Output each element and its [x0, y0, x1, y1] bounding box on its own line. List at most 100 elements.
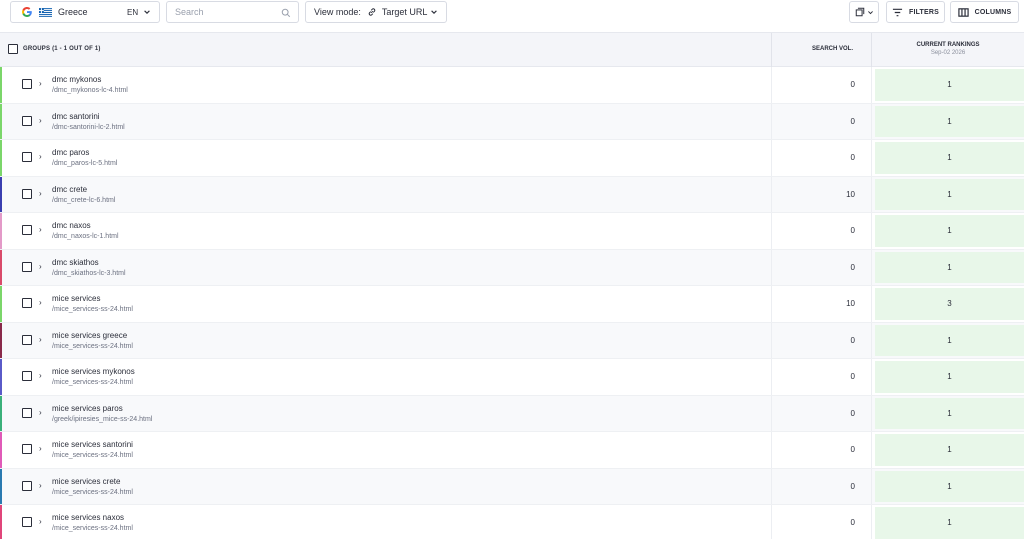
keyword-text[interactable]: mice services santorini: [52, 440, 133, 449]
table-row[interactable]: › mice services crete/mice_services-ss-24…: [0, 468, 1024, 505]
search-input[interactable]: Search: [166, 1, 299, 23]
table-row[interactable]: › dmc crete/dmc_crete-lc-6.html 10 1: [0, 176, 1024, 213]
keywords-table: GROUPS (1 - 1 OUT OF 1) SEARCH VOL. CURR…: [0, 32, 1024, 539]
target-url[interactable]: /mice_services-ss-24.html: [52, 343, 133, 350]
target-url[interactable]: /mice_services-ss-24.html: [52, 452, 133, 459]
current-rankings-label: CURRENT RANKINGS: [916, 42, 980, 48]
ranking-value: 1: [947, 372, 952, 381]
row-checkbox[interactable]: [22, 334, 32, 345]
select-all-checkbox[interactable]: [8, 44, 18, 54]
table-row[interactable]: › mice services/mice_services-ss-24.html 1…: [0, 286, 1024, 323]
expand-chevron-icon[interactable]: ›: [39, 298, 42, 307]
expand-chevron-icon[interactable]: ›: [39, 481, 42, 490]
row-checkbox[interactable]: [22, 480, 32, 491]
table-row[interactable]: › mice services naxos/mice_services-ss-24…: [0, 505, 1024, 539]
expand-chevron-icon[interactable]: ›: [39, 262, 42, 271]
expand-chevron-icon[interactable]: ›: [39, 335, 42, 344]
row-checkbox[interactable]: [22, 261, 32, 272]
expand-chevron-icon[interactable]: ›: [39, 225, 42, 234]
ranking-cell[interactable]: 1: [871, 359, 1024, 395]
row-checkbox[interactable]: [22, 444, 32, 454]
ranking-cell[interactable]: 1: [871, 395, 1024, 431]
ranking-cell[interactable]: 1: [871, 103, 1024, 139]
search-vol-value: 0: [850, 262, 855, 272]
table-row[interactable]: › mice services mykonos/mice_services-ss-…: [0, 359, 1024, 396]
target-url[interactable]: /greek/ipiresies_mice-ss-24.html: [52, 416, 152, 423]
target-url[interactable]: /mice_services-ss-24.html: [52, 489, 133, 496]
keyword-text[interactable]: mice services paros: [52, 404, 123, 413]
keyword-text[interactable]: mice services greece: [52, 331, 127, 340]
row-checkbox[interactable]: [22, 371, 32, 381]
row-checkbox[interactable]: [22, 407, 32, 418]
table-row[interactable]: › dmc naxos/dmc_naxos-lc-1.html 0 1: [0, 213, 1024, 250]
country-selector[interactable]: Greece EN: [10, 1, 160, 23]
expand-chevron-icon[interactable]: ›: [39, 371, 42, 380]
columns-button[interactable]: COLUMNS: [950, 1, 1019, 23]
row-checkbox[interactable]: [22, 517, 32, 527]
expand-chevron-icon[interactable]: ›: [39, 517, 42, 526]
target-url[interactable]: /dmc_skiathos-lc-3.html: [52, 270, 126, 277]
target-url[interactable]: /dmc_naxos-lc-1.html: [52, 233, 119, 240]
keyword-text[interactable]: dmc crete: [52, 185, 87, 194]
expand-chevron-icon[interactable]: ›: [39, 444, 42, 453]
target-url[interactable]: /mice_services-ss-24.html: [52, 379, 133, 386]
group-color-bar: [0, 67, 2, 103]
keyword-text[interactable]: dmc paros: [52, 148, 89, 157]
keyword-text[interactable]: dmc naxos: [52, 221, 91, 230]
search-vol-header[interactable]: SEARCH VOL.: [771, 33, 871, 67]
ranking-cell[interactable]: 3: [871, 286, 1024, 322]
row-checkbox[interactable]: [22, 298, 32, 308]
keyword-text[interactable]: mice services mykonos: [52, 367, 135, 376]
view-mode-selector[interactable]: View mode: Target URL: [305, 1, 447, 23]
ranking-cell[interactable]: 1: [871, 140, 1024, 176]
row-checkbox[interactable]: [22, 152, 32, 162]
row-checkbox[interactable]: [22, 79, 32, 89]
target-url[interactable]: /mice_services-ss-24.html: [52, 306, 133, 313]
ranking-cell[interactable]: 1: [871, 249, 1024, 285]
ranking-cell[interactable]: 1: [871, 213, 1024, 249]
ranking-value: 1: [947, 116, 952, 126]
copy-button[interactable]: [849, 1, 879, 23]
ranking-cell[interactable]: 1: [871, 67, 1024, 103]
row-checkbox[interactable]: [22, 115, 32, 126]
keyword-text[interactable]: mice services naxos: [52, 513, 124, 522]
ranking-cell[interactable]: 1: [871, 322, 1024, 358]
keyword-text[interactable]: mice services crete: [52, 477, 120, 486]
table-row[interactable]: › dmc santorini/dmc-santorini-lc-2.html 0 1: [0, 103, 1024, 140]
search-vol-value: 0: [850, 226, 855, 235]
expand-chevron-icon[interactable]: ›: [39, 152, 42, 161]
keyword-text[interactable]: dmc mykonos: [52, 75, 101, 84]
table-row[interactable]: › mice services paros/greek/ipiresies_mic…: [0, 395, 1024, 432]
target-url[interactable]: /dmc_crete-lc-6.html: [52, 197, 115, 204]
table-row[interactable]: › mice services greece/mice_services-ss-2…: [0, 322, 1024, 359]
ranking-cell[interactable]: 1: [871, 468, 1024, 504]
filters-button[interactable]: FILTERS: [886, 1, 945, 23]
expand-chevron-icon[interactable]: ›: [39, 79, 42, 88]
expand-chevron-icon[interactable]: ›: [39, 116, 42, 125]
row-checkbox[interactable]: [22, 188, 32, 199]
table-header: GROUPS (1 - 1 OUT OF 1) SEARCH VOL. CURR…: [0, 32, 1024, 67]
table-row[interactable]: › dmc paros/dmc_paros-lc-5.html 0 1: [0, 140, 1024, 177]
target-url[interactable]: /dmc_paros-lc-5.html: [52, 160, 117, 167]
keyword-text[interactable]: dmc skiathos: [52, 258, 99, 267]
target-url[interactable]: /dmc_mykonos-lc-4.html: [52, 87, 128, 94]
keyword-text[interactable]: dmc santorini: [52, 112, 100, 121]
ranking-cell[interactable]: 1: [871, 176, 1024, 212]
current-rankings-header[interactable]: CURRENT RANKINGS Sep-02 2026: [871, 33, 1024, 67]
keyword-text[interactable]: mice services: [52, 294, 100, 303]
group-color-bar: [0, 286, 2, 322]
target-url[interactable]: /dmc-santorini-lc-2.html: [52, 124, 125, 131]
ranking-cell[interactable]: 1: [871, 505, 1024, 539]
expand-chevron-icon[interactable]: ›: [39, 189, 42, 198]
target-url[interactable]: /mice_services-ss-24.html: [52, 525, 133, 532]
ranking-cell[interactable]: 1: [871, 432, 1024, 468]
row-checkbox[interactable]: [22, 225, 32, 235]
table-row[interactable]: › dmc skiathos/dmc_skiathos-lc-3.html 0 1: [0, 249, 1024, 286]
expand-chevron-icon[interactable]: ›: [39, 408, 42, 417]
search-vol-value: 0: [850, 153, 855, 162]
link-icon: [368, 8, 376, 16]
search-vol-cell: 10: [771, 176, 871, 212]
table-row[interactable]: › mice services santorini/mice_services-s…: [0, 432, 1024, 469]
table-row[interactable]: › dmc mykonos/dmc_mykonos-lc-4.html 0 1: [0, 67, 1024, 104]
ranking-highlight: 1: [875, 105, 1024, 137]
